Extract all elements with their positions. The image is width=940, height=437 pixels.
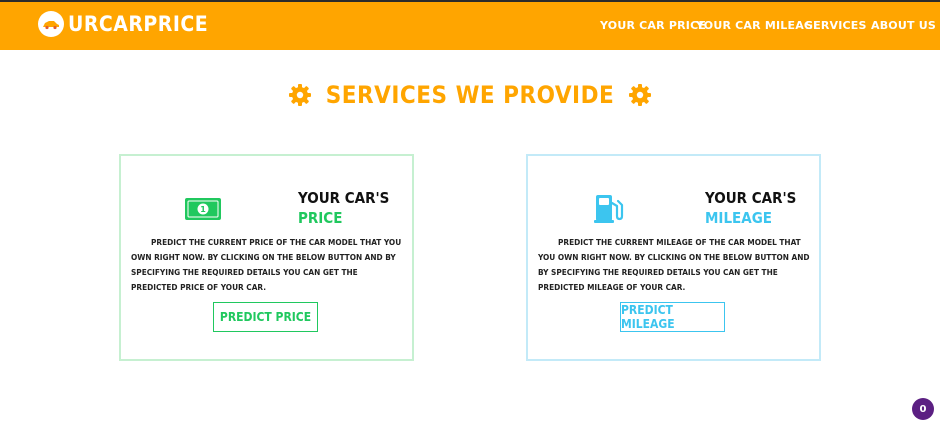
nav-link-about-us[interactable]: About Us xyxy=(871,19,936,32)
price-card-title-line2: Price xyxy=(298,209,343,227)
gear-icon xyxy=(288,83,312,107)
money-icon: 1 xyxy=(185,197,221,225)
nav-link-services[interactable]: Services xyxy=(805,19,867,32)
mileage-card-title: Your Car's Mileage xyxy=(705,188,796,228)
fuel-pump-icon xyxy=(594,193,624,229)
nav-link-your-car-price[interactable]: Your Car Price xyxy=(600,19,706,32)
price-service-card: 1 Your Car's Price Predict the current p… xyxy=(119,154,414,361)
mileage-card-title-line1: Your Car's xyxy=(705,189,797,207)
brand-name: Urcarprice xyxy=(68,12,209,36)
price-card-title: Your Car's Price xyxy=(298,188,389,228)
brand-logo-icon xyxy=(38,11,64,37)
section-title: Services We Provide xyxy=(325,81,615,109)
gear-icon xyxy=(628,83,652,107)
notification-badge[interactable]: 0 xyxy=(912,398,934,420)
nav-link-your-car-mileage[interactable]: Your Car Mileage xyxy=(696,19,821,32)
predict-price-button[interactable]: Predict Price xyxy=(213,302,318,332)
price-card-title-line1: Your Car's xyxy=(298,189,390,207)
svg-text:1: 1 xyxy=(200,205,206,214)
mileage-service-card: Your Car's Mileage Predict the current m… xyxy=(526,154,821,361)
mileage-card-title-line2: Mileage xyxy=(705,209,773,227)
predict-mileage-button[interactable]: Predict Mileage xyxy=(620,302,725,332)
services-heading: Services We Provide xyxy=(0,80,940,110)
price-card-description: Predict the current price of the car mod… xyxy=(131,237,402,292)
navbar: Urcarprice Your Car Price Your Car Milea… xyxy=(0,2,940,50)
brand-link[interactable]: Urcarprice xyxy=(38,11,208,37)
mileage-card-description: Predict the current mileage of the car m… xyxy=(538,237,810,292)
